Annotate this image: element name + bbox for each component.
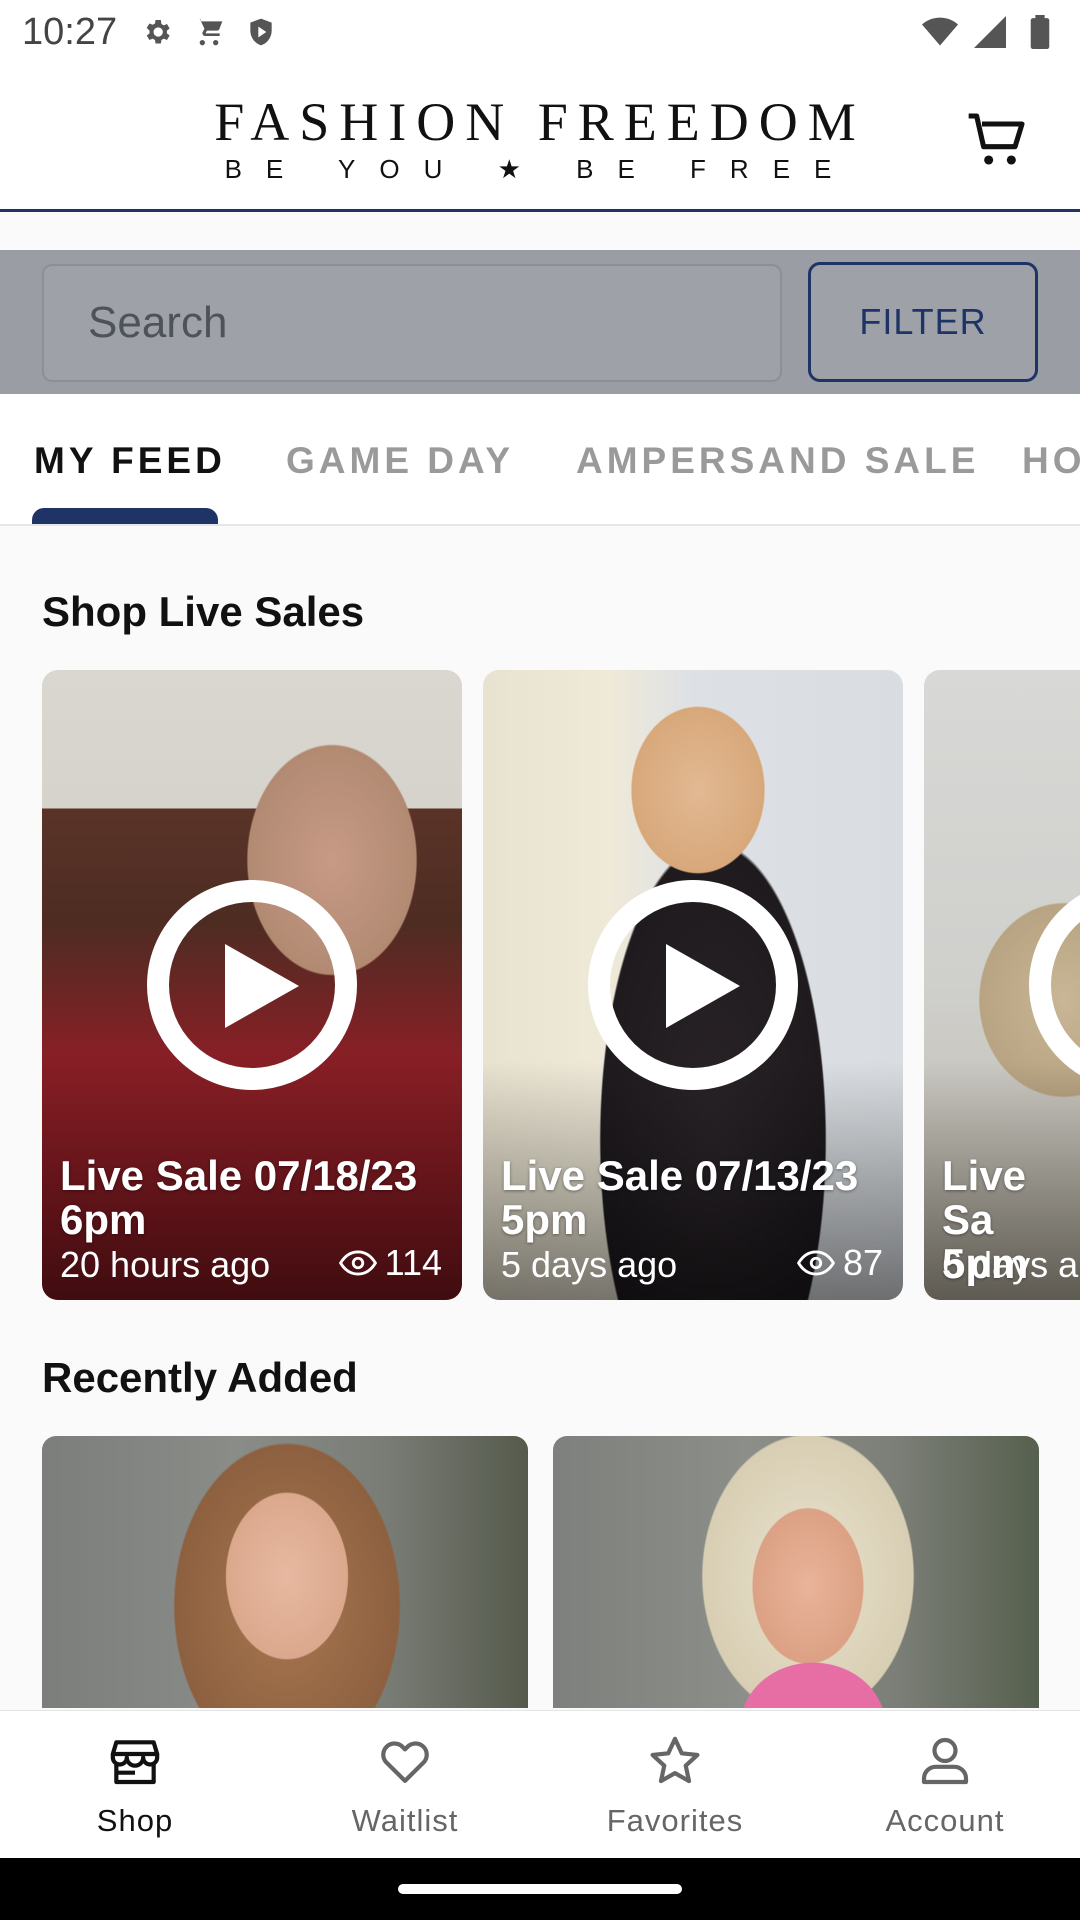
system-navigation-bar <box>0 1858 1080 1920</box>
cart-icon <box>968 113 1025 165</box>
nav-favorites[interactable]: Favorites <box>540 1711 810 1858</box>
nav-label-favorites: Favorites <box>606 1803 744 1838</box>
search-bar: FILTER <box>0 250 1080 394</box>
bottom-navigation: Shop Waitlist Favorites Account <box>0 1710 1080 1858</box>
cell-signal-icon <box>972 14 1008 50</box>
nav-label-account: Account <box>885 1803 1005 1838</box>
status-time: 10:27 <box>22 10 118 53</box>
section-title-recently-added: Recently Added <box>42 1354 358 1401</box>
play-icon[interactable] <box>588 880 798 1090</box>
wifi-icon <box>922 14 958 50</box>
nav-account[interactable]: Account <box>810 1711 1080 1858</box>
eye-icon <box>796 1250 835 1276</box>
logo-tagline: BE YOU ★ BE FREE <box>224 154 856 184</box>
shopping-cart-icon <box>191 14 227 50</box>
category-tabs: MY FEED GAME DAY AMPERSAND SALE HO <box>0 394 1080 526</box>
app-header: FASHION FREEDOM BE YOU ★ BE FREE <box>0 64 1080 212</box>
live-sale-title: Live Sale 07/18/23 6pm <box>60 1152 418 1243</box>
view-count-value: 114 <box>384 1242 442 1283</box>
heart-icon <box>381 1741 429 1783</box>
cart-button[interactable] <box>962 104 1034 176</box>
nav-shop[interactable]: Shop <box>0 1711 270 1858</box>
eye-icon <box>338 1250 377 1276</box>
product-card[interactable] <box>42 1436 528 1708</box>
nav-label-shop: Shop <box>96 1803 174 1838</box>
shield-play-icon <box>243 14 279 50</box>
search-input[interactable] <box>42 264 782 382</box>
product-image <box>553 1436 1039 1708</box>
view-count-value: 87 <box>842 1242 883 1283</box>
status-bar: 10:27 <box>0 0 1080 64</box>
live-sale-card[interactable]: Live Sale 07/13/23 5pm 5 days ago 87 <box>483 670 903 1300</box>
live-sale-time-ago: 6 days a <box>942 1244 1079 1285</box>
tab-my-feed[interactable]: MY FEED <box>34 440 226 482</box>
live-sale-time-ago: 5 days ago <box>501 1244 678 1285</box>
brand-logo[interactable]: FASHION FREEDOM BE YOU ★ BE FREE <box>198 92 882 185</box>
filter-button[interactable]: FILTER <box>808 262 1038 382</box>
star-icon <box>650 1736 700 1784</box>
battery-icon <box>1022 14 1058 50</box>
tab-indicator <box>32 508 218 524</box>
person-icon <box>921 1737 969 1785</box>
live-sale-card[interactable]: Live Sale 07/18/23 6pm 20 hours ago 114 <box>42 670 462 1300</box>
view-count: 114 <box>338 1242 442 1284</box>
tab-ampersand-sale[interactable]: AMPERSAND SALE <box>576 440 979 482</box>
nav-label-waitlist: Waitlist <box>351 1803 459 1838</box>
gear-icon <box>139 14 175 50</box>
live-sale-time-ago: 20 hours ago <box>60 1244 271 1285</box>
live-sale-title: Live Sale 07/13/23 5pm <box>501 1152 859 1243</box>
product-card[interactable] <box>553 1436 1039 1708</box>
product-image <box>42 1436 528 1708</box>
live-sale-card[interactable]: Live Sa 5pm 6 days a <box>924 670 1080 1300</box>
tab-game-day[interactable]: GAME DAY <box>286 440 514 482</box>
nav-waitlist[interactable]: Waitlist <box>270 1711 540 1858</box>
tab-ho[interactable]: HO <box>1022 440 1080 482</box>
view-count: 87 <box>796 1242 883 1284</box>
store-icon <box>110 1740 160 1785</box>
section-title-live-sales: Shop Live Sales <box>42 588 365 635</box>
home-gesture-handle[interactable] <box>398 1884 682 1894</box>
logo-title: FASHION FREEDOM <box>214 92 866 152</box>
play-icon[interactable] <box>147 880 357 1090</box>
